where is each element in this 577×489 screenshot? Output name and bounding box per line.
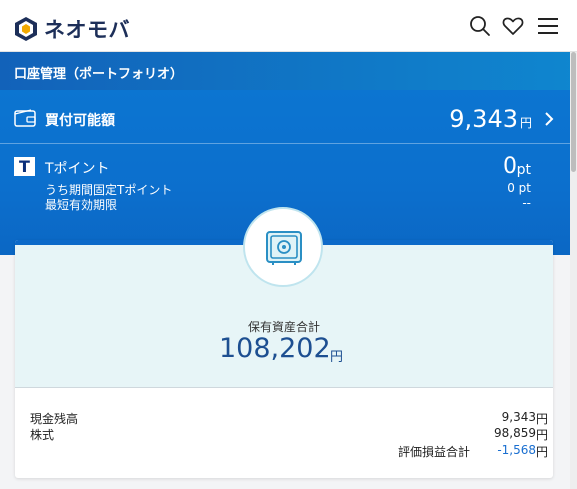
stocks-label: 株式 (30, 428, 55, 442)
tpoint-value: 0 (503, 154, 517, 179)
menu-icon[interactable] (536, 14, 560, 38)
page-title: 口座管理（ポートフォリオ） (0, 52, 577, 90)
stocks-value: 98,859 (494, 426, 536, 440)
pl-total-value: -1,568 (497, 443, 536, 457)
brand-logo[interactable]: ネオモバ (14, 14, 130, 44)
pl-total-label: 評価損益合計 (398, 445, 471, 459)
tpoint-expiry-value: -- (522, 196, 531, 210)
search-icon[interactable] (468, 14, 492, 38)
cash-balance-label: 現金残高 (30, 412, 79, 426)
divider (15, 387, 553, 388)
buying-power-value: 9,343 (449, 105, 518, 133)
tpoint-logo-icon: T (14, 157, 35, 176)
brand-name: ネオモバ (44, 18, 130, 42)
safe-icon (266, 231, 302, 265)
chevron-right-icon (545, 112, 554, 126)
buying-power-label: 買付可能額 (45, 113, 115, 129)
heart-icon[interactable] (501, 14, 525, 38)
cash-balance-unit: 円 (535, 412, 548, 426)
total-assets-value: 108,202 (219, 333, 331, 364)
tpoint-expiry-label: 最短有効期限 (45, 198, 118, 212)
scrollbar-thumb[interactable] (571, 52, 576, 172)
cash-balance-value: 9,343 (501, 410, 536, 424)
tpoint-label: Tポイント (45, 161, 110, 177)
buying-power-unit: 円 (519, 116, 532, 130)
safe-badge (243, 207, 323, 287)
tpoint-unit: pt (516, 162, 531, 178)
logo-mark-icon (15, 17, 37, 41)
pl-total-unit: 円 (535, 445, 548, 459)
total-assets-unit: 円 (330, 350, 344, 365)
page-scrollbar[interactable] (570, 52, 577, 489)
app-header: ネオモバ (0, 0, 577, 52)
tpoint-limited-value: 0 pt (507, 181, 531, 195)
stocks-unit: 円 (535, 428, 548, 442)
wallet-icon (14, 109, 36, 127)
buying-power-row[interactable]: 買付可能額 9,343 円 (0, 92, 570, 144)
